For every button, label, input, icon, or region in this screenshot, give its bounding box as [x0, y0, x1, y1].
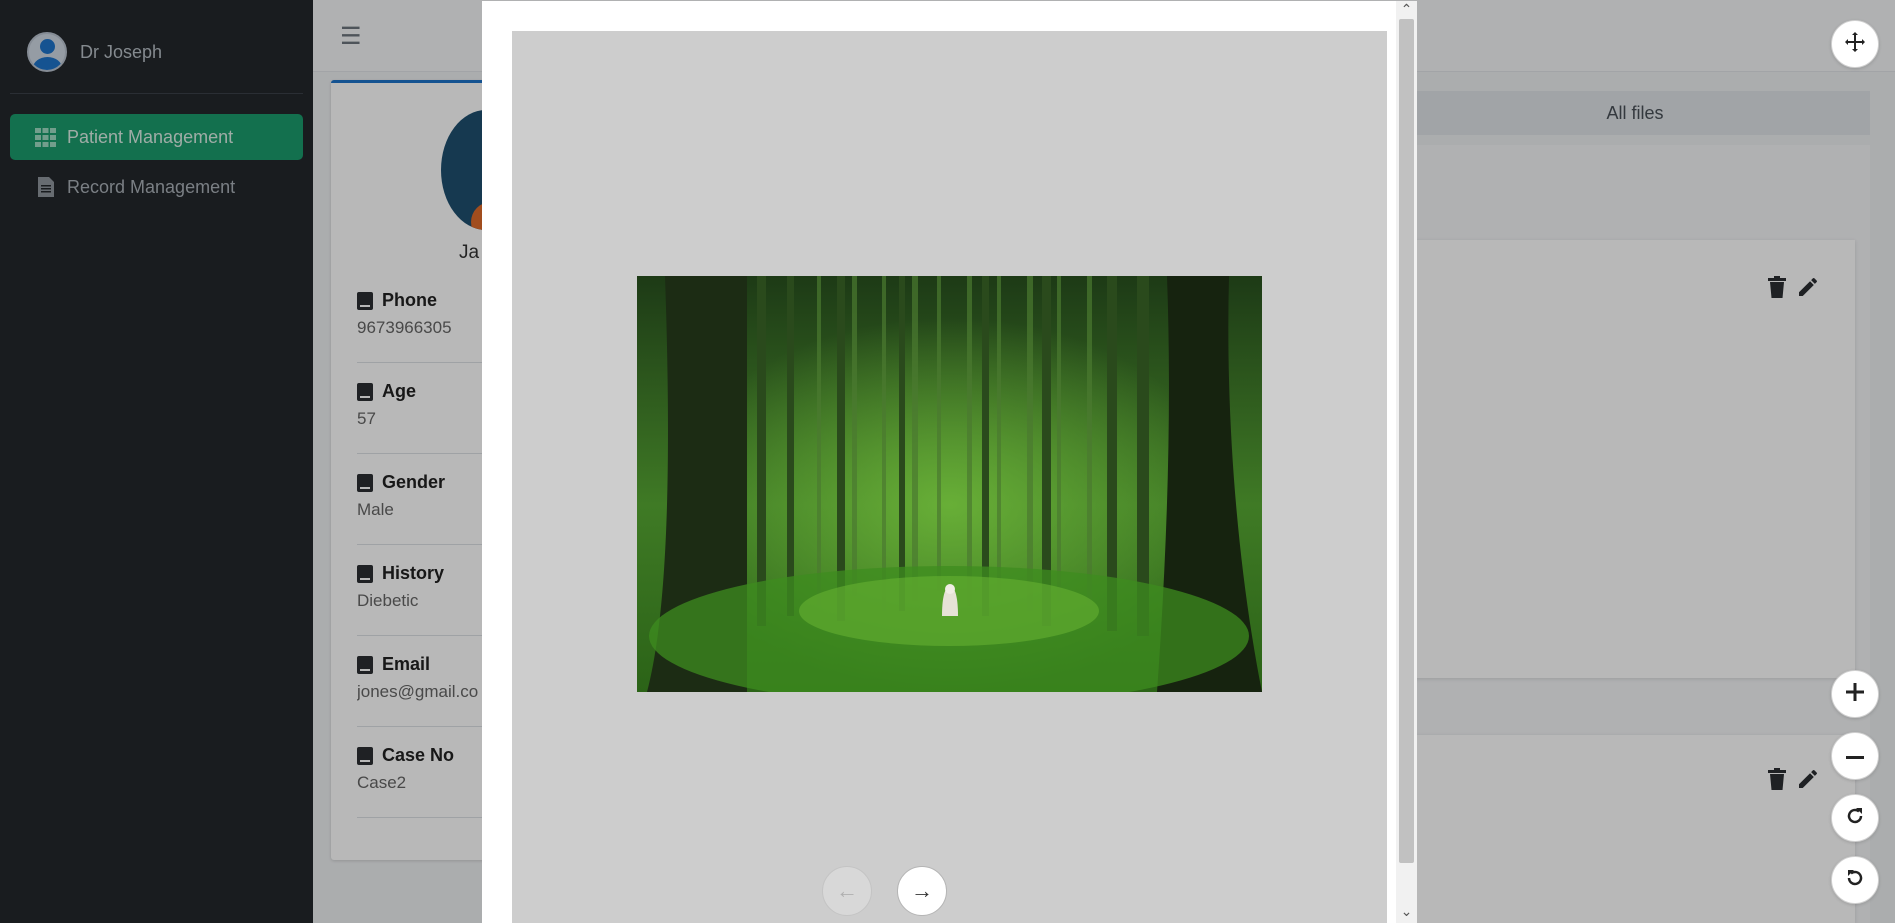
move-button[interactable] [1831, 20, 1879, 68]
scroll-up-arrow-icon[interactable]: ⌃ [1400, 1, 1413, 18]
next-button[interactable]: → [897, 866, 947, 916]
zoom-out-button[interactable] [1831, 732, 1879, 780]
scroll-down-arrow-icon[interactable]: ⌄ [1400, 903, 1413, 920]
image-viewer: ← → [512, 31, 1387, 923]
rotate-counterclockwise-icon [1845, 868, 1865, 893]
modal-scrollbar[interactable]: ⌃ ⌄ [1396, 1, 1417, 923]
move-icon [1845, 31, 1865, 57]
rotate-clockwise-button[interactable] [1831, 794, 1879, 842]
rotate-counterclockwise-button[interactable] [1831, 856, 1879, 904]
scroll-thumb[interactable] [1399, 19, 1414, 863]
forest-image [637, 276, 1262, 692]
plus-icon [1846, 682, 1864, 706]
previous-button[interactable]: ← [822, 866, 872, 916]
image-viewer-modal: ← → ⌃ ⌄ [482, 1, 1417, 923]
arrow-right-icon: → [911, 878, 933, 903]
arrow-left-icon: ← [836, 878, 858, 903]
rotate-clockwise-icon [1845, 806, 1865, 831]
minus-icon [1846, 747, 1864, 765]
zoom-in-button[interactable] [1831, 670, 1879, 718]
